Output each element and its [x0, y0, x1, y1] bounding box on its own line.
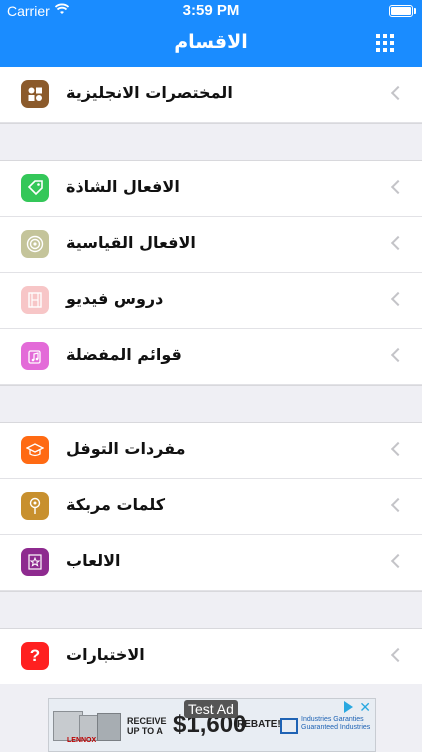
chevron-icon	[390, 179, 406, 195]
navigation-bar: Carrier 3:59 PM الاقسام	[0, 0, 422, 67]
ad-promo-text: RECEIVE UP TO A	[127, 716, 167, 736]
grid-menu-icon[interactable]	[376, 34, 396, 54]
list-item-confusing-words[interactable]: كلمات مربكة	[0, 479, 422, 535]
list-item-regular-verbs[interactable]: الافعال القياسية	[0, 217, 422, 273]
ad-close-icon[interactable]: ✕	[359, 699, 371, 716]
list-item-quizzes[interactable]: ? الاختبارات	[0, 629, 422, 684]
ad-maker-logo: LENNOX	[67, 737, 97, 744]
chevron-icon	[390, 497, 406, 513]
adchoices-icon[interactable]	[344, 701, 353, 713]
list-item-label: كلمات مربكة	[66, 495, 166, 514]
status-bar: Carrier 3:59 PM	[0, 0, 422, 22]
list-item-games[interactable]: الالعاب	[0, 535, 422, 591]
list-item-label: المختصرات الانجليزية	[66, 83, 233, 102]
industries-logo-icon	[280, 718, 298, 734]
chevron-icon	[390, 553, 406, 569]
chevron-icon	[390, 291, 406, 307]
ad-promo-line1: RECEIVE	[127, 716, 167, 726]
ad-rebate: REBATE!	[237, 719, 281, 730]
chevron-icon	[390, 85, 406, 101]
list-item-label: مفردات التوفل	[66, 439, 186, 458]
ad-brand-line1: Industries Garanties	[301, 716, 364, 723]
list-item-abbreviations[interactable]: المختصرات الانجليزية	[0, 67, 422, 123]
list-item-video-lessons[interactable]: دروس فيديو	[0, 273, 422, 329]
list-item-label: الالعاب	[66, 551, 121, 570]
battery-icon	[389, 5, 416, 17]
section-separator	[0, 123, 422, 161]
section-separator	[0, 385, 422, 423]
list-item-label: الاختبارات	[66, 645, 145, 664]
film-icon	[21, 286, 49, 314]
ad-brand-line2: Guaranteed Industries	[301, 724, 371, 731]
tag-icon	[21, 174, 49, 202]
graduation-cap-icon	[21, 436, 49, 464]
chevron-icon	[390, 647, 406, 663]
banner-ad[interactable]: LENNOX RECEIVE UP TO A $1,600 REBATE! In…	[48, 698, 376, 752]
music-notes-icon	[21, 342, 49, 370]
test-ad-tag: Test Ad	[184, 700, 238, 718]
section-separator	[0, 591, 422, 629]
location-pin-icon	[21, 492, 49, 520]
target-icon	[21, 230, 49, 258]
list-item-label: دروس فيديو	[66, 289, 164, 308]
list-item-label: الافعال القياسية	[66, 233, 196, 252]
list-item-toefl-vocabulary[interactable]: مفردات التوفل	[0, 423, 422, 479]
clock: 3:59 PM	[182, 2, 240, 19]
chevron-icon	[390, 235, 406, 251]
ad-promo-line2: UP TO A	[127, 726, 163, 736]
trophy-star-icon	[21, 548, 49, 576]
ad-brand-text: Industries Garanties Guaranteed Industri…	[301, 716, 370, 732]
chevron-icon	[390, 441, 406, 457]
shapes-icon	[21, 80, 49, 108]
list-item-label: قوائم المفضلة	[66, 345, 182, 364]
list-item-favorites[interactable]: قوائم المفضلة	[0, 329, 422, 385]
list-item-irregular-verbs[interactable]: الافعال الشاذة	[0, 161, 422, 217]
list-item-label: الافعال الشاذة	[66, 177, 180, 196]
sections-list: المختصرات الانجليزية الافعال الشاذة الاف…	[0, 67, 422, 684]
page-title: الاقسام	[174, 31, 248, 53]
chevron-icon	[390, 347, 406, 363]
question-icon: ?	[21, 642, 49, 670]
